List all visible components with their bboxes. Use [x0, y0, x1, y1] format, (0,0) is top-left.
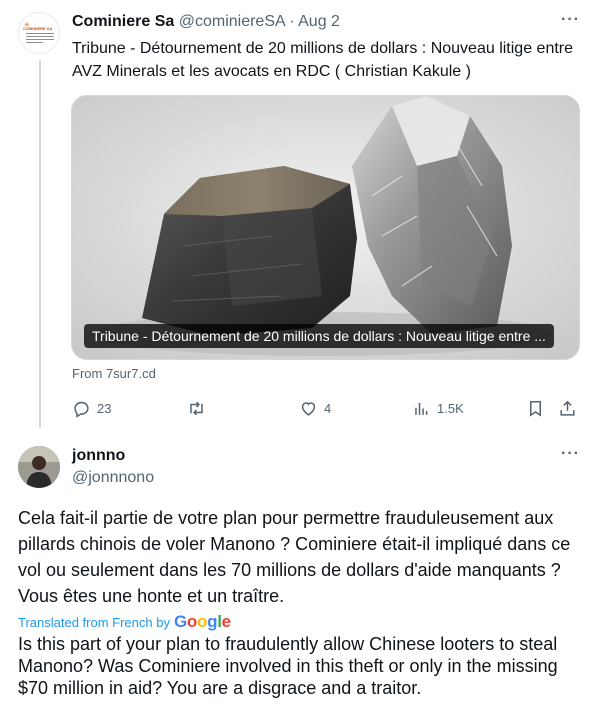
thread-connector-line	[39, 60, 41, 428]
tweet2-more-options-icon[interactable]: ···	[561, 445, 580, 463]
translated-label: Translated from French by	[18, 614, 170, 630]
reply-count: 23	[97, 400, 112, 416]
tweet1-handle-date[interactable]: @cominiereSA · Aug 2	[179, 13, 340, 30]
retweet-icon	[190, 401, 203, 415]
share-icon	[560, 400, 575, 416]
tweet1-text: Tribune - Détournement de 20 millions de…	[72, 40, 574, 80]
views-button[interactable]: 1.5K	[412, 398, 464, 418]
like-count: 4	[324, 400, 332, 416]
tweet2-handle[interactable]: @jonnnono	[72, 469, 154, 487]
reply-icon	[74, 401, 89, 418]
avatar-logo-text: COMINIERE SA	[23, 26, 53, 31]
google-logo: Google	[173, 612, 231, 631]
views-icon	[415, 402, 428, 415]
reply-button[interactable]: 23	[72, 398, 111, 418]
link-source[interactable]: From 7sur7.cd	[72, 366, 156, 381]
tweet2-translation: Is this part of your plan to fraudulentl…	[18, 634, 558, 698]
jonnno-avatar[interactable]	[18, 446, 60, 488]
bookmark-button[interactable]	[526, 398, 545, 418]
person-photo	[18, 446, 60, 488]
share-button[interactable]	[558, 398, 577, 418]
tweet1-action-bar: 23 4 1.5K	[72, 398, 586, 420]
cominiere-avatar[interactable]: ✳ COMINIERE SA	[18, 12, 60, 54]
tweet2-author-name[interactable]: jonnno	[72, 447, 125, 465]
heart-icon	[301, 401, 316, 416]
views-count: 1.5K	[437, 400, 464, 416]
tweet1-author-name[interactable]: Cominiere Sa	[72, 13, 174, 30]
link-card-title: Tribune - Détournement de 20 millions de…	[84, 324, 554, 348]
tweet2-text: Cela fait-il partie de votre plan pour p…	[18, 508, 571, 606]
translation-attribution[interactable]: Translated from French by Google	[18, 612, 231, 632]
bookmark-icon	[529, 400, 542, 417]
avatar-logo-lines	[26, 33, 54, 45]
link-card-image[interactable]: Tribune - Détournement de 20 millions de…	[71, 95, 580, 360]
tweet1-header: Cominiere Sa @cominiereSA · Aug 2	[72, 13, 578, 35]
metal-rocks-photo	[72, 96, 579, 359]
retweet-button[interactable]	[187, 398, 212, 418]
like-button[interactable]: 4	[299, 398, 331, 418]
tweet1-more-options-icon[interactable]: ···	[561, 11, 580, 29]
